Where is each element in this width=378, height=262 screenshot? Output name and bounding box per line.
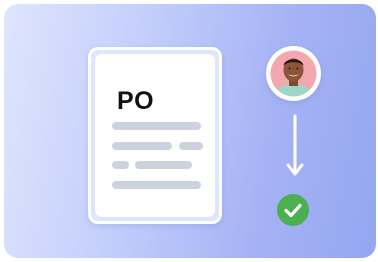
text-line-placeholder [135,161,192,169]
user-avatar [266,46,321,101]
arrow-down-icon [285,114,305,185]
text-line-placeholder [179,142,203,150]
approval-illustration-card: PO [4,4,376,258]
document-title: PO [117,87,155,115]
document-page: PO [95,54,215,217]
text-line-placeholder [112,122,201,130]
check-circle-icon [277,194,309,226]
text-line-placeholder [112,142,172,150]
text-line-placeholder [112,181,201,189]
text-line-placeholder [112,161,129,169]
document-icon: PO [88,47,222,224]
